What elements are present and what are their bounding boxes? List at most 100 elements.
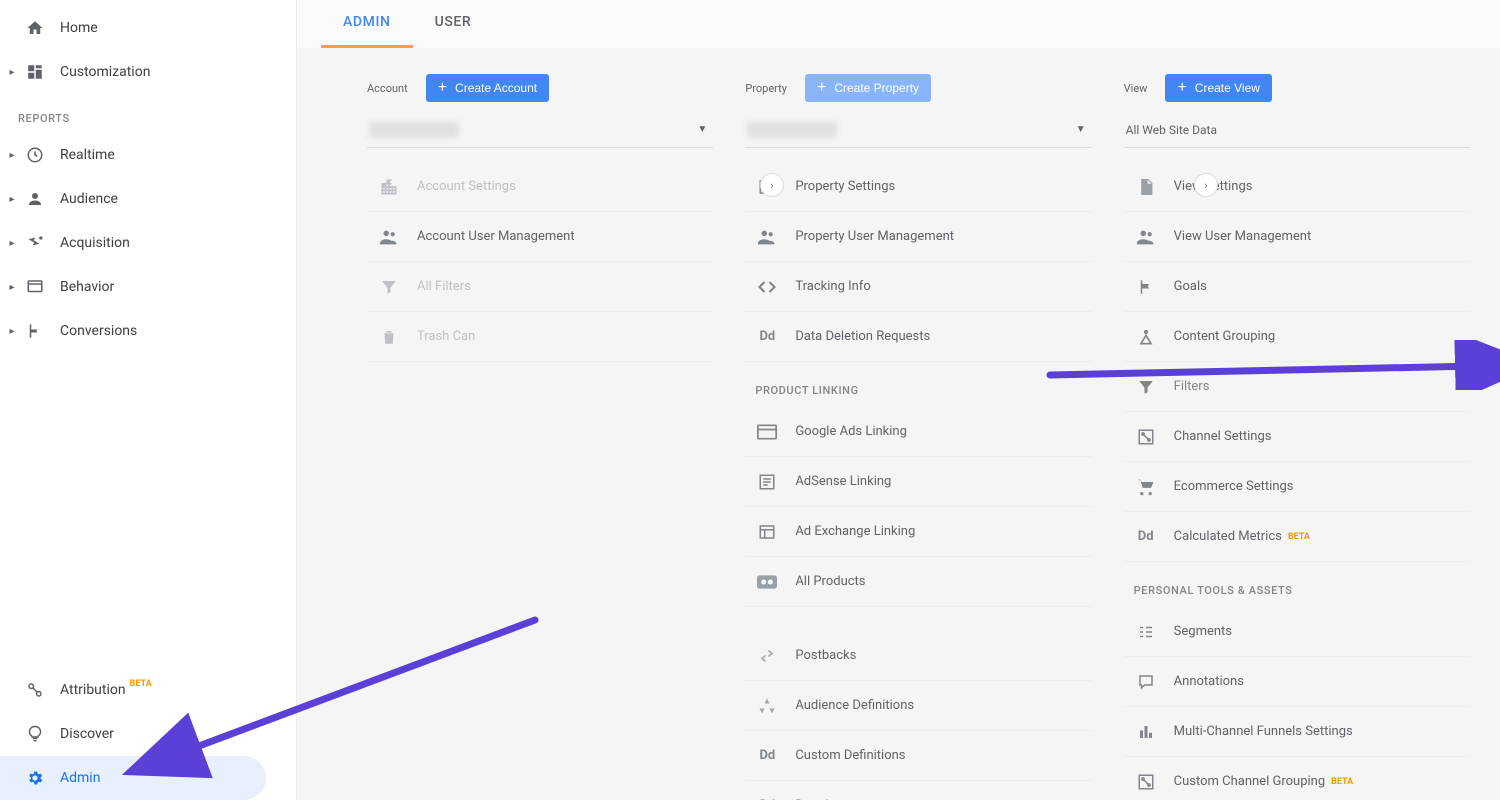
plus-icon: + [1177,82,1186,94]
attribution-icon [24,679,46,701]
menu-label: Ad Exchange Linking [795,524,915,539]
menu-view-user-management[interactable]: View User Management [1124,212,1470,262]
tab-admin[interactable]: ADMIN [321,14,413,48]
sidebar-item-label: Acquisition [60,235,130,251]
sidebar-item-home[interactable]: Home [0,6,296,50]
person-icon [24,188,46,210]
behavior-icon [24,276,46,298]
chevron-right-icon: ▸ [6,150,18,161]
menu-filters[interactable]: Filters [1124,362,1470,412]
menu-annotations[interactable]: Annotations [1124,657,1470,707]
column-pager-account[interactable]: › [760,173,784,197]
beta-badge: BETA [1288,532,1310,542]
sidebar-item-behavior[interactable]: ▸ Behavior [0,265,296,309]
page-icon [1134,175,1158,199]
menu-property-settings[interactable]: Property Settings [745,162,1091,212]
channel-icon [1134,425,1158,449]
menu-label: AdSense Linking [795,474,891,489]
menu-label: Audience Definitions [795,698,914,713]
menu-trash-can[interactable]: Trash Can [367,312,713,362]
bars-icon [1134,720,1158,744]
menu-label: Segments [1174,624,1232,639]
menu-mcf-settings[interactable]: Multi-Channel Funnels Settings [1124,707,1470,757]
menu-label: Property User Management [795,229,954,244]
view-column-label: View [1124,82,1148,95]
cart-icon [1134,475,1158,499]
sidebar-item-attribution[interactable]: Attribution BETA [0,668,296,712]
sidebar-item-label: Audience [60,191,118,207]
menu-data-import[interactable]: Dd Data Import [745,781,1091,800]
menu-tracking-info[interactable]: Tracking Info [745,262,1091,312]
create-property-button[interactable]: + Create Property [805,74,931,102]
people-icon [377,225,401,249]
menu-account-user-management[interactable]: Account User Management [367,212,713,262]
menu-calculated-metrics[interactable]: Dd Calculated Metrics BETA [1124,512,1470,562]
menu-custom-definitions[interactable]: Dd Custom Definitions [745,731,1091,781]
sidebar-item-realtime[interactable]: ▸ Realtime [0,133,296,177]
view-column: View + Create View All Web Site Data Vie… [1124,74,1470,800]
code-icon [755,275,779,299]
menu-all-products[interactable]: All Products [745,557,1091,607]
account-name-redacted [369,122,459,138]
menu-audience-definitions[interactable]: Audience Definitions [745,681,1091,731]
sidebar-item-label: Customization [60,64,150,80]
menu-label: View User Management [1174,229,1312,244]
menu-postbacks[interactable]: Postbacks [745,631,1091,681]
sidebar-item-conversions[interactable]: ▸ Conversions [0,309,296,353]
gear-icon [24,767,46,789]
filter-icon [1134,375,1158,399]
menu-all-filters[interactable]: All Filters [367,262,713,312]
sidebar-item-label: Discover [60,726,114,742]
menu-account-settings[interactable]: Account Settings [367,162,713,212]
sidebar-item-label: Realtime [60,147,115,163]
menu-content-grouping[interactable]: Content Grouping [1124,312,1470,362]
menu-label: Filters [1174,379,1210,394]
caret-down-icon: ▼ [1076,124,1086,135]
adsense-icon [755,470,779,494]
menu-segments[interactable]: Segments [1124,607,1470,657]
sidebar-item-audience[interactable]: ▸ Audience [0,177,296,221]
menu-data-deletion[interactable]: Dd Data Deletion Requests [745,312,1091,362]
menu-ecommerce-settings[interactable]: Ecommerce Settings [1124,462,1470,512]
segments-icon [1134,620,1158,644]
caret-down-icon: ▼ [697,124,707,135]
create-account-button[interactable]: + Create Account [426,74,549,102]
menu-label: Data Deletion Requests [795,329,930,344]
sidebar-item-discover[interactable]: Discover [0,712,296,756]
audience-def-icon [755,694,779,718]
tab-user[interactable]: USER [413,14,494,48]
menu-google-ads-linking[interactable]: Google Ads Linking [745,407,1091,457]
building-icon [377,175,401,199]
dd-icon: Dd [755,744,779,768]
property-column-label: Property [745,82,787,95]
property-selector[interactable]: ▼ [745,112,1091,148]
sidebar-item-label: Admin [60,770,100,786]
menu-label: Annotations [1174,674,1244,689]
menu-view-settings[interactable]: View Settings [1124,162,1470,212]
menu-goals[interactable]: Goals [1124,262,1470,312]
sidebar-item-acquisition[interactable]: ▸ Acquisition [0,221,296,265]
menu-label: Tracking Info [795,279,870,294]
beta-badge: BETA [1331,777,1353,787]
menu-ad-exchange-linking[interactable]: Ad Exchange Linking [745,507,1091,557]
flag-icon [24,320,46,342]
menu-property-user-management[interactable]: Property User Management [745,212,1091,262]
plus-icon: + [817,82,826,94]
dd-icon: Dd [755,794,779,800]
view-selector[interactable]: All Web Site Data [1124,112,1470,148]
clock-icon [24,144,46,166]
account-column-label: Account [367,82,408,95]
personal-tools-label: PERSONAL TOOLS & ASSETS [1124,562,1470,607]
menu-channel-settings[interactable]: Channel Settings [1124,412,1470,462]
ads-icon [755,420,779,444]
menu-custom-channel-grouping[interactable]: Custom Channel Grouping BETA [1124,757,1470,800]
create-view-button[interactable]: + Create View [1165,74,1272,102]
chevron-right-icon: ▸ [6,194,18,205]
sidebar-item-customization[interactable]: ▸ Customization [0,50,296,94]
sidebar-item-admin[interactable]: Admin [0,756,266,800]
menu-adsense-linking[interactable]: AdSense Linking [745,457,1091,507]
menu-label: Google Ads Linking [795,424,907,439]
menu-label: Custom Channel Grouping [1174,774,1326,789]
account-selector[interactable]: ▼ [367,112,713,148]
column-pager-property[interactable]: › [1194,173,1218,197]
